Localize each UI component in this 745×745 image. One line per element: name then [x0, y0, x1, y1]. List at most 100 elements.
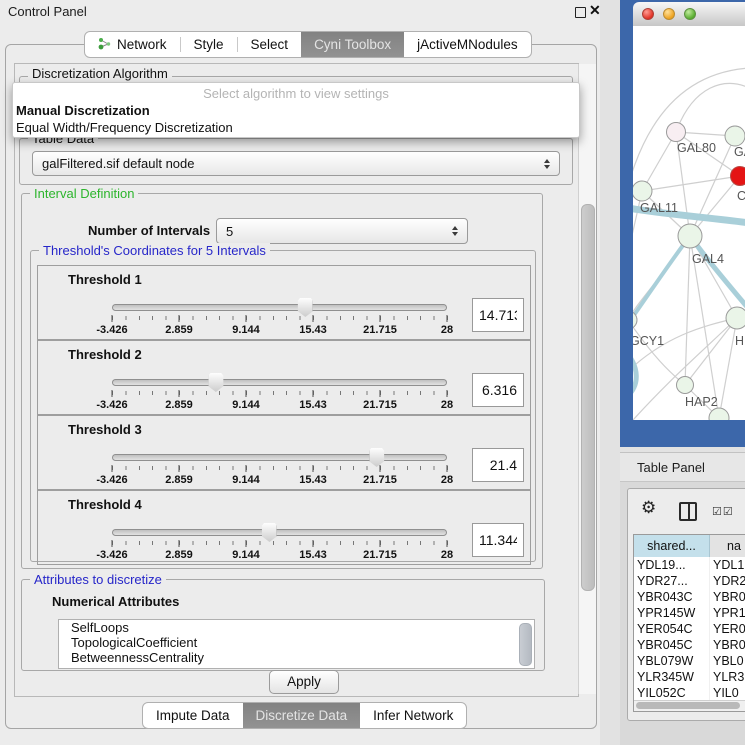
table-row[interactable]: YDL19...YDL1 [634, 557, 745, 573]
node-label-c: C [737, 189, 745, 203]
tab-impute-data[interactable]: Impute Data [143, 703, 243, 728]
gear-icon[interactable]: ⚙ [641, 498, 656, 518]
node-attribute-table: shared... na YDL19...YDL1 YDR27...YDR2 Y… [633, 534, 745, 712]
node-label-hap2: HAP2 [685, 395, 718, 409]
threshold-1-slider-thumb[interactable] [298, 298, 313, 317]
table-row[interactable]: YBR043CYBR0 [634, 589, 745, 605]
threshold-2-panel: Threshold 2 -3.426 2.859 9.144 15.43 21.… [37, 340, 531, 415]
table-data-group: Table Data galFiltered.sif default node [19, 138, 573, 185]
minimize-traffic-light-icon[interactable] [663, 8, 675, 20]
threshold-2-slider-track[interactable] [112, 379, 447, 386]
bottom-tab-strip: Impute Data Discretize Data Infer Networ… [142, 702, 467, 729]
node-label-gal4: GAL4 [692, 252, 724, 266]
algorithm-option-equal-width[interactable]: Equal Width/Frequency Discretization [13, 119, 579, 136]
network-view-window: GAL80 GAL1 GAL11 GAL4 GCY1 H HAP2 C [620, 0, 745, 447]
table-panel-inner: ⚙ ☑☑ shared... na YDL19...YDL1 YDR27...Y… [627, 488, 745, 721]
node-label-gcy1: GCY1 [633, 334, 664, 348]
table-row[interactable]: YBR045CYBR0 [634, 637, 745, 653]
attributes-group-label: Attributes to discretize [30, 572, 166, 587]
tick-marks [112, 541, 448, 545]
threshold-1-panel: Threshold 1 -3.426 2.859 9.144 15.43 21.… [37, 265, 531, 340]
threshold-3-panel: Threshold 3 -3.426 2.859 9.144 15.43 21.… [37, 415, 531, 490]
tab-select[interactable]: Select [238, 32, 302, 57]
threshold-4-slider-thumb[interactable] [262, 523, 277, 542]
table-row[interactable]: YPR145WYPR1 [634, 605, 745, 621]
threshold-4-slider-track[interactable] [112, 529, 447, 536]
scrollbar-thumb[interactable] [636, 702, 740, 709]
tab-network[interactable]: Network [85, 32, 180, 57]
table-panel-body: ⚙ ☑☑ shared... na YDL19...YDL1 YDR27...Y… [620, 482, 745, 745]
control-panel-titlebar: Control Panel ✕ [0, 0, 600, 24]
table-data-value: galFiltered.sif default node [33, 156, 537, 171]
attributes-group: Attributes to discretize Numerical Attri… [21, 579, 545, 671]
node-bottom[interactable] [709, 408, 729, 420]
table-row[interactable]: YIL052CYIL0 [634, 685, 745, 700]
column-header-shared-name[interactable]: shared... [634, 535, 710, 557]
close-traffic-light-icon[interactable] [642, 8, 654, 20]
panel-title: Control Panel [8, 4, 87, 19]
tick-marks [112, 466, 448, 470]
node-gal4[interactable] [678, 224, 702, 248]
tab-jactivemnodules[interactable]: jActiveMNodules [404, 32, 531, 57]
table-data-combobox[interactable]: galFiltered.sif default node [32, 151, 560, 176]
table-row[interactable]: YBL079WYBL0 [634, 653, 745, 669]
threshold-3-slider-track[interactable] [112, 454, 447, 461]
node-gal80[interactable] [667, 123, 686, 142]
node-label-h: H [735, 334, 744, 348]
algorithm-hint: Select algorithm to view settings [13, 83, 579, 102]
combo-stepper-icon [537, 159, 559, 169]
network-canvas[interactable]: GAL80 GAL1 GAL11 GAL4 GCY1 H HAP2 C [633, 26, 745, 420]
cyni-scrollpane: Discretization Algorithm Table Data galF… [14, 63, 579, 697]
columns-icon[interactable] [679, 502, 697, 521]
tick-marks [112, 391, 448, 395]
numerical-attributes-label: Numerical Attributes [52, 594, 179, 609]
table-body: YDL19...YDL1 YDR27...YDR2 YBR043CYBR0 YP… [634, 557, 745, 700]
tick-marks [112, 316, 448, 320]
tab-infer-network[interactable]: Infer Network [360, 703, 466, 728]
node-label-gal11: GAL11 [640, 201, 678, 215]
thresholds-group: Threshold's Coordinates for 5 Intervals … [30, 250, 536, 562]
threshold-3-value-field[interactable] [472, 448, 524, 482]
node-h[interactable] [726, 307, 745, 329]
threshold-4-value-field[interactable] [472, 523, 524, 557]
tab-cyni-toolbox[interactable]: Cyni Toolbox [301, 32, 404, 57]
threshold-2-value-field[interactable] [472, 373, 524, 407]
list-item[interactable]: BetweennessCentrality [59, 650, 534, 665]
table-row[interactable]: YER054CYER0 [634, 621, 745, 637]
table-horizontal-scrollbar[interactable] [634, 700, 745, 711]
threshold-4-panel: Threshold 4 -3.426 2.859 9.144 15.43 21.… [37, 490, 531, 565]
threshold-1-slider-track[interactable] [112, 304, 447, 311]
node-gal11[interactable] [633, 181, 652, 201]
column-header-name[interactable]: na [710, 535, 745, 557]
num-intervals-label: Number of Intervals [88, 223, 210, 238]
list-item[interactable]: TopologicalCoefficient [59, 635, 534, 650]
combo-stepper-icon [445, 226, 467, 236]
tab-network-label: Network [117, 37, 167, 52]
threshold-3-slider-thumb[interactable] [369, 448, 384, 467]
list-item[interactable]: SelfLoops [59, 620, 534, 635]
tab-style[interactable]: Style [181, 32, 237, 57]
interval-definition-group: Interval Definition Number of Intervals … [21, 193, 543, 569]
node-selected-red[interactable] [731, 167, 745, 186]
num-intervals-combobox[interactable]: 5 [216, 218, 468, 244]
node-gal1[interactable] [725, 126, 745, 146]
network-window-titlebar[interactable] [633, 2, 745, 27]
node-hap2[interactable] [677, 377, 694, 394]
close-icon[interactable]: ✕ [589, 2, 601, 19]
main-vertical-scrollbar[interactable] [578, 64, 596, 694]
table-row[interactable]: YDR27...YDR2 [634, 573, 745, 589]
zoom-traffic-light-icon[interactable] [684, 8, 696, 20]
threshold-1-value-field[interactable] [472, 298, 524, 332]
scrollbar-thumb[interactable] [581, 204, 595, 591]
threshold-2-slider-thumb[interactable] [208, 373, 223, 392]
thresholds-group-label: Threshold's Coordinates for 5 Intervals [39, 243, 270, 258]
interval-definition-label: Interval Definition [30, 186, 138, 201]
float-window-icon[interactable] [575, 7, 586, 18]
attributes-list-scrollbar[interactable] [519, 623, 532, 666]
node-label-gal80: GAL80 [677, 141, 716, 155]
algorithm-option-manual[interactable]: Manual Discretization [13, 102, 579, 119]
apply-button[interactable]: Apply [269, 670, 339, 694]
table-row[interactable]: YLR345WYLR3 [634, 669, 745, 685]
checkbox-icons[interactable]: ☑☑ [712, 505, 734, 518]
tab-discretize-data[interactable]: Discretize Data [243, 703, 361, 728]
